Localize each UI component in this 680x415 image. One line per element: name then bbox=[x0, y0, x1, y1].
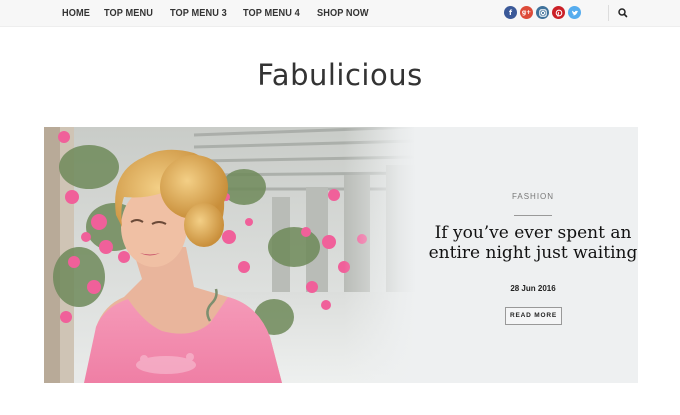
pinterest-glyph bbox=[555, 9, 562, 17]
post-title-link[interactable]: If you’ve ever spent an entire night jus… bbox=[428, 223, 638, 263]
instagram-icon[interactable] bbox=[536, 6, 549, 19]
search-icon bbox=[618, 8, 628, 18]
post-date: 28 Jun 2016 bbox=[510, 284, 556, 293]
site-logo[interactable]: Fabulicious bbox=[0, 58, 680, 92]
pinterest-icon[interactable] bbox=[552, 6, 565, 19]
twitter-icon[interactable] bbox=[568, 6, 581, 19]
post-category-link[interactable]: FASHION bbox=[428, 192, 638, 201]
instagram-glyph bbox=[538, 8, 547, 17]
nav-item-top-menu-4[interactable]: TOP MENU 4 bbox=[243, 8, 300, 19]
social-links: f g+ bbox=[504, 6, 581, 19]
twitter-glyph bbox=[571, 10, 578, 15]
topbar-divider bbox=[608, 5, 609, 21]
nav-item-shop-now[interactable]: SHOP NOW bbox=[317, 8, 369, 19]
category-divider bbox=[514, 215, 552, 216]
featured-slider: FASHION If you’ve ever spent an entire n… bbox=[44, 127, 638, 383]
nav-item-top-menu[interactable]: TOP MENU bbox=[104, 8, 153, 19]
read-more-button[interactable]: READ MORE bbox=[505, 307, 562, 325]
facebook-icon[interactable]: f bbox=[504, 6, 517, 19]
featured-post: FASHION If you’ve ever spent an entire n… bbox=[428, 127, 638, 383]
main-menu: HOME TOP MENU TOP MENU 3 TOP MENU 4 SHOP… bbox=[62, 0, 373, 26]
nav-item-top-menu-3[interactable]: TOP MENU 3 bbox=[170, 8, 227, 19]
nav-item-home[interactable]: HOME bbox=[62, 8, 90, 19]
search-button[interactable] bbox=[616, 6, 630, 20]
top-navigation-bar: HOME TOP MENU TOP MENU 3 TOP MENU 4 SHOP… bbox=[0, 0, 680, 27]
google-plus-icon[interactable]: g+ bbox=[520, 6, 533, 19]
